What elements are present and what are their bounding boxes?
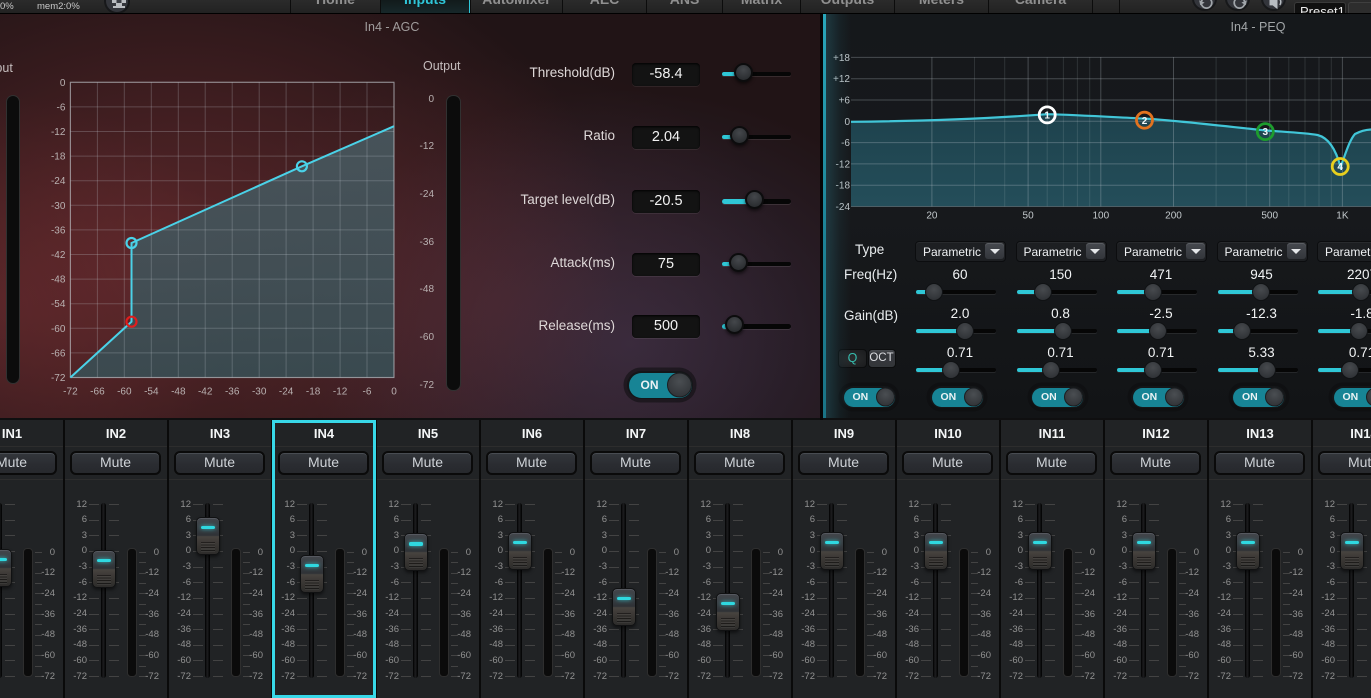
svg-text:0: 0 — [60, 78, 66, 89]
svg-text:0: 0 — [844, 117, 850, 128]
svg-text:-48: -48 — [171, 387, 186, 398]
svg-text:-24: -24 — [279, 387, 294, 398]
svg-text:+6: +6 — [839, 96, 851, 107]
svg-text:-54: -54 — [144, 387, 159, 398]
svg-text:-18: -18 — [306, 387, 321, 398]
svg-text:-66: -66 — [90, 387, 105, 398]
svg-text:-72: -72 — [51, 373, 66, 384]
svg-text:-36: -36 — [51, 225, 66, 236]
svg-text:-42: -42 — [198, 387, 213, 398]
svg-text:-60: -60 — [117, 387, 132, 398]
svg-text:-48: -48 — [51, 275, 66, 286]
svg-text:-30: -30 — [252, 387, 267, 398]
svg-text:-12: -12 — [836, 159, 851, 170]
svg-text:+18: +18 — [833, 53, 850, 64]
svg-text:-18: -18 — [51, 152, 66, 163]
svg-text:-66: -66 — [51, 348, 66, 359]
svg-text:-6: -6 — [841, 138, 850, 149]
svg-text:-12: -12 — [333, 387, 348, 398]
svg-text:-18: -18 — [836, 181, 851, 192]
svg-text:-12: -12 — [51, 127, 66, 138]
svg-text:-30: -30 — [51, 201, 66, 212]
svg-text:-72: -72 — [63, 387, 78, 398]
svg-text:-60: -60 — [51, 324, 66, 335]
svg-text:-54: -54 — [51, 299, 66, 310]
svg-text:-6: -6 — [56, 102, 65, 113]
svg-text:-6: -6 — [363, 387, 372, 398]
svg-text:-42: -42 — [51, 250, 66, 261]
svg-text:+12: +12 — [833, 74, 850, 85]
svg-text:-24: -24 — [836, 202, 851, 213]
svg-text:-36: -36 — [225, 387, 240, 398]
svg-text:-24: -24 — [51, 176, 66, 187]
